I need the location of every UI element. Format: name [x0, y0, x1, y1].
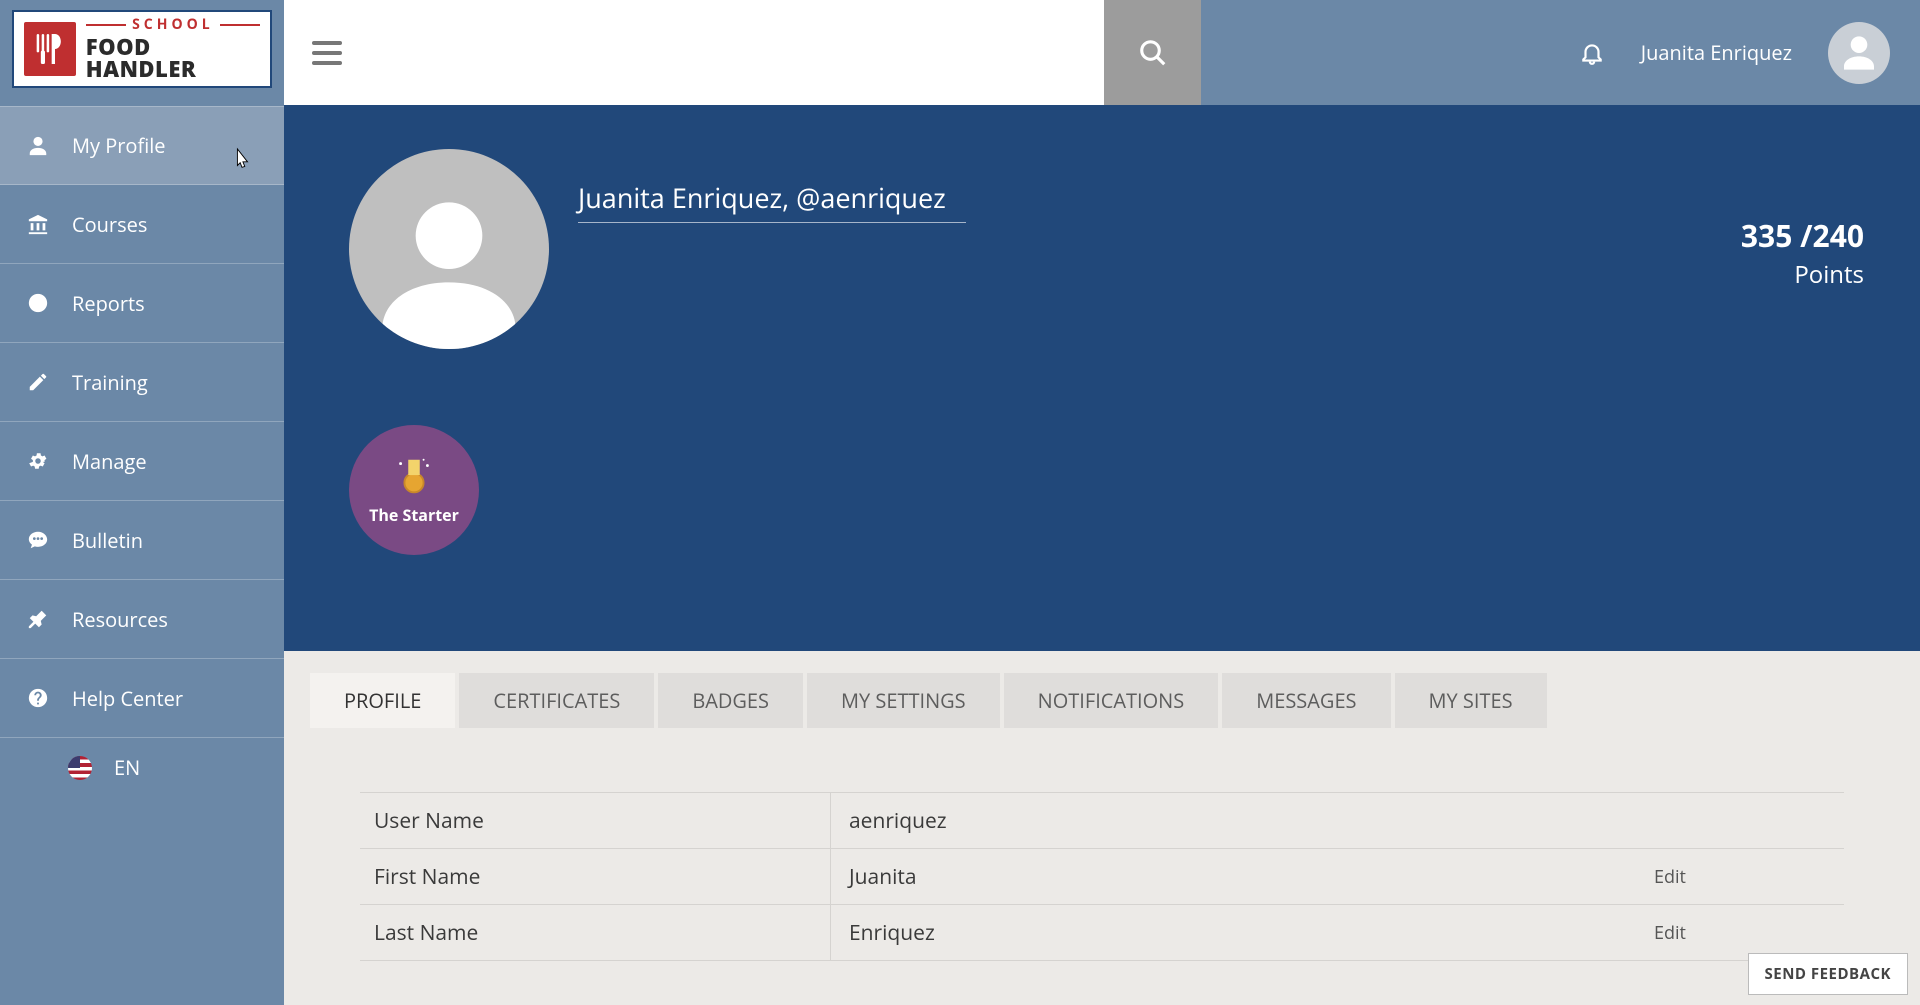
topbar-left [284, 0, 1104, 105]
profile-table: User Name aenriquez First Name Juanita E… [360, 792, 1844, 961]
topbar-right: Juanita Enriquez [1201, 0, 1920, 105]
sidebar-item-label: Training [72, 369, 148, 396]
field-label: User Name [360, 807, 830, 835]
sidebar-item-manage[interactable]: Manage [0, 422, 284, 501]
gear-icon [26, 449, 50, 473]
tab-certificates[interactable]: CERTIFICATES [459, 673, 654, 728]
tab-badges[interactable]: BADGES [658, 673, 803, 728]
sidebar-item-help-center[interactable]: Help Center [0, 659, 284, 738]
hamburger-menu-button[interactable] [312, 41, 342, 65]
search-icon [1138, 38, 1168, 68]
points-display: 335 /240 Points [1741, 215, 1864, 291]
sidebar-item-training[interactable]: Training [0, 343, 284, 422]
profile-hero: Juanita Enriquez, @aenriquez 335 /240 Po… [284, 105, 1920, 651]
field-label: Last Name [360, 919, 830, 947]
brand-logo[interactable]: SCHOOL FOOD HANDLER [12, 10, 272, 88]
sidebar-item-resources[interactable]: Resources [0, 580, 284, 659]
brand-line2: FOOD HANDLER [86, 36, 260, 80]
profile-tabs: PROFILE CERTIFICATES BADGES MY SETTINGS … [310, 673, 1894, 728]
edit-link[interactable]: Edit [1644, 865, 1844, 889]
tab-notifications[interactable]: NOTIFICATIONS [1004, 673, 1219, 728]
field-value: Juanita [831, 863, 1644, 891]
tab-profile[interactable]: PROFILE [310, 673, 455, 728]
sidebar-item-reports[interactable]: Reports [0, 264, 284, 343]
tab-messages[interactable]: MESSAGES [1222, 673, 1390, 728]
sidebar-item-label: Bulletin [72, 527, 143, 554]
sidebar-item-label: Resources [72, 606, 168, 633]
medal-icon [391, 454, 437, 500]
sidebar-item-label: Manage [72, 448, 147, 475]
help-icon [26, 686, 50, 710]
brand-text: SCHOOL FOOD HANDLER [86, 18, 260, 80]
points-value: 335 /240 [1741, 215, 1864, 256]
profile-avatar[interactable] [349, 149, 549, 349]
sidebar-item-label: Courses [72, 211, 147, 238]
language-selector[interactable]: EN [0, 738, 284, 797]
sidebar-item-label: Reports [72, 290, 145, 317]
table-row: Last Name Enriquez Edit [360, 905, 1844, 961]
edit-link[interactable]: Edit [1644, 921, 1844, 945]
search-button[interactable] [1104, 0, 1201, 105]
send-feedback-button[interactable]: SEND FEEDBACK [1748, 953, 1908, 995]
speech-bubble-icon [26, 528, 50, 552]
tab-my-settings[interactable]: MY SETTINGS [807, 673, 1000, 728]
tab-my-sites[interactable]: MY SITES [1395, 673, 1547, 728]
field-value: aenriquez [831, 807, 1644, 835]
notifications-button[interactable] [1579, 40, 1605, 66]
brand-mark-icon [24, 22, 76, 76]
person-icon [26, 134, 50, 158]
profile-user-title: Juanita Enriquez, @aenriquez [578, 179, 966, 223]
table-row: First Name Juanita Edit [360, 849, 1844, 905]
topbar: Juanita Enriquez [284, 0, 1920, 105]
bell-icon [1579, 40, 1605, 66]
sidebar-item-label: My Profile [72, 132, 166, 159]
sidebar-item-label: Help Center [72, 685, 183, 712]
badge-the-starter[interactable]: The Starter [349, 425, 479, 555]
sidebar-item-courses[interactable]: Courses [0, 185, 284, 264]
header-user-name[interactable]: Juanita Enriquez [1641, 39, 1792, 66]
sidebar-item-bulletin[interactable]: Bulletin [0, 501, 284, 580]
header-avatar[interactable] [1828, 22, 1890, 84]
sidebar-item-my-profile[interactable]: My Profile [0, 106, 284, 185]
avatar-placeholder-icon [1839, 33, 1879, 73]
field-label: First Name [360, 863, 830, 891]
flag-us-icon [68, 756, 92, 780]
profile-body: PROFILE CERTIFICATES BADGES MY SETTINGS … [284, 651, 1920, 1005]
main: Juanita Enriquez, @aenriquez 335 /240 Po… [284, 105, 1920, 1005]
sidebar: SCHOOL FOOD HANDLER My Profile Courses R… [0, 0, 284, 1005]
badge-label: The Starter [369, 504, 459, 526]
pin-icon [26, 607, 50, 631]
language-label: EN [114, 754, 140, 781]
avatar-placeholder-icon [369, 189, 529, 349]
sidebar-nav: My Profile Courses Reports Training Mana… [0, 106, 284, 797]
table-row: User Name aenriquez [360, 793, 1844, 849]
points-label: Points [1741, 258, 1864, 291]
brand-line1: SCHOOL [86, 18, 260, 32]
institution-icon [26, 212, 50, 236]
pencil-icon [26, 370, 50, 394]
field-value: Enriquez [831, 919, 1644, 947]
pie-chart-icon [26, 291, 50, 315]
